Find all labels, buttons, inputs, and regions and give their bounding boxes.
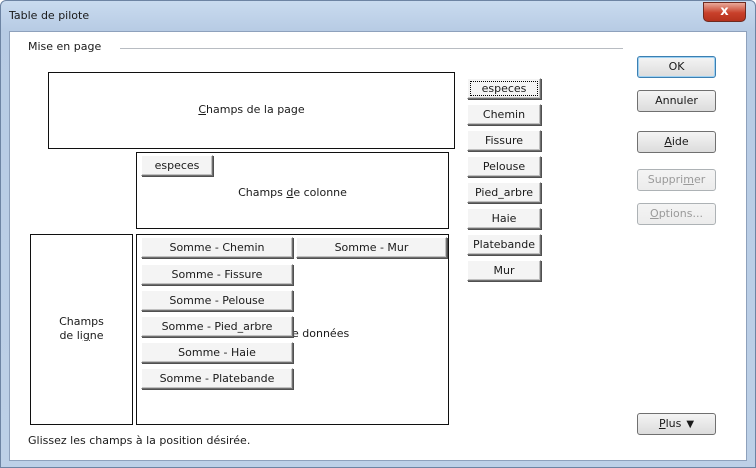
field-mur[interactable]: Mur (467, 260, 541, 281)
data-fields-area[interactable]: e données Somme - Chemin Somme - Mur Som… (136, 234, 449, 425)
data-field-somme-pied-arbre[interactable]: Somme - Pied_arbre (141, 316, 293, 337)
field-platebande[interactable]: Platebande (467, 234, 541, 255)
data-field-somme-fissure[interactable]: Somme - Fissure (141, 264, 293, 285)
field-chemin[interactable]: Chemin (467, 104, 541, 125)
data-field-somme-platebande[interactable]: Somme - Platebande (141, 368, 293, 389)
cancel-button[interactable]: Annuler (637, 90, 716, 112)
close-button[interactable]: x (703, 2, 746, 22)
data-field-somme-haie[interactable]: Somme - Haie (141, 342, 293, 363)
page-fields-area[interactable]: Champs de la page (48, 72, 455, 149)
data-field-somme-chemin[interactable]: Somme - Chemin (141, 237, 293, 258)
field-fissure[interactable]: Fissure (467, 130, 541, 151)
double-chevron-down-icon: ▼ (686, 419, 695, 430)
layout-group-label: Mise en page (28, 40, 102, 53)
column-fields-area[interactable]: Champs de colonne especes (136, 152, 449, 229)
page-fields-label: Champs de la page (198, 103, 305, 116)
data-field-somme-pelouse[interactable]: Somme - Pelouse (141, 290, 293, 311)
group-divider (120, 48, 623, 49)
column-fields-label: Champs de colonne (238, 186, 347, 199)
dialog-body: Mise en page Champs de la page Champs de… (9, 31, 747, 461)
data-fields-label: e données (292, 327, 350, 340)
window-title: Table de pilote (9, 9, 90, 22)
column-field-especes[interactable]: especes (141, 155, 213, 176)
close-icon: x (720, 4, 729, 19)
options-button[interactable]: Options... (637, 203, 716, 225)
delete-button[interactable]: Supprimer (637, 169, 716, 191)
status-text: Glissez les champs à la position désirée… (28, 434, 251, 447)
field-haie[interactable]: Haie (467, 208, 541, 229)
ok-button[interactable]: OK (637, 56, 716, 78)
row-fields-area[interactable]: Champs de ligne (30, 234, 133, 425)
data-field-somme-mur[interactable]: Somme - Mur (296, 237, 447, 258)
help-button[interactable]: Aide (637, 131, 716, 153)
field-especes[interactable]: especes (467, 78, 541, 99)
field-pied-arbre[interactable]: Pied_arbre (467, 182, 541, 203)
dialog-window: Table de pilote x Mise en page Champs de… (0, 0, 756, 468)
more-button[interactable]: Plus ▼ (637, 413, 716, 435)
field-pelouse[interactable]: Pelouse (467, 156, 541, 177)
title-bar[interactable]: Table de pilote x (1, 1, 755, 31)
more-label: Plus (658, 417, 682, 430)
row-fields-label: Champs de ligne (59, 315, 104, 342)
